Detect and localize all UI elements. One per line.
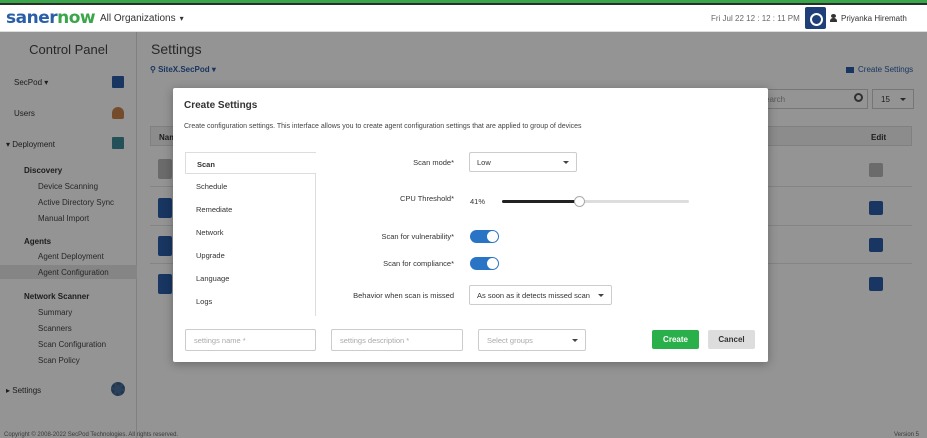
caret-down-icon — [563, 161, 569, 164]
create-button[interactable]: Create — [652, 330, 699, 349]
slider-fill — [502, 200, 579, 203]
select-groups-dropdown[interactable]: Select groups — [478, 329, 586, 351]
organization-selector[interactable]: All Organizations ▾ — [100, 13, 184, 24]
settings-gear-button[interactable] — [805, 7, 826, 29]
scan-mode-select[interactable]: Low — [469, 152, 577, 172]
datetime-display: Fri Jul 22 12 : 12 : 11 PM — [711, 14, 800, 23]
dialog-title: Create Settings — [184, 100, 258, 111]
create-settings-dialog: Create Settings Create configuration set… — [173, 88, 768, 362]
cancel-button[interactable]: Cancel — [708, 330, 755, 349]
logo-right: now — [57, 8, 96, 28]
missed-scan-select[interactable]: As soon as it detects missed scan — [469, 285, 612, 305]
settings-name-input[interactable]: settings name * — [185, 329, 316, 351]
select-groups-placeholder: Select groups — [487, 336, 533, 345]
user-menu[interactable]: Priyanka Hiremath — [830, 14, 907, 23]
caret-down-icon — [572, 339, 578, 342]
slider-thumb[interactable] — [573, 196, 585, 207]
caret-down-icon — [598, 294, 604, 297]
cpu-threshold-label: CPU Threshold* — [399, 194, 454, 203]
organization-label: All Organizations — [100, 13, 176, 24]
scan-mode-label: Scan mode* — [413, 158, 454, 167]
scan-mode-value: Low — [477, 158, 491, 167]
user-name: Priyanka Hiremath — [841, 14, 907, 23]
missed-scan-value: As soon as it detects missed scan — [477, 291, 590, 300]
scan-compliance-toggle[interactable] — [470, 257, 499, 270]
scan-vulnerability-label: Scan for vulnerability* — [381, 232, 454, 241]
chevron-down-icon: ▾ — [179, 14, 184, 23]
user-icon — [830, 14, 837, 22]
settings-description-input[interactable]: settings description * — [331, 329, 463, 351]
scan-compliance-label: Scan for compliance* — [383, 259, 454, 268]
cpu-threshold-slider[interactable] — [502, 196, 689, 207]
app-header: sanernow All Organizations ▾ Fri Jul 22 1… — [0, 5, 927, 32]
sanernow-logo[interactable]: sanernow — [6, 8, 96, 28]
cpu-threshold-value: 41% — [470, 197, 486, 206]
missed-scan-label: Behavior when scan is missed — [353, 291, 454, 300]
tab-language[interactable]: Language — [185, 267, 316, 289]
logo-left: saner — [6, 8, 58, 28]
dialog-description: Create configuration settings. This inte… — [184, 123, 582, 130]
scan-vulnerability-toggle[interactable] — [470, 230, 499, 243]
